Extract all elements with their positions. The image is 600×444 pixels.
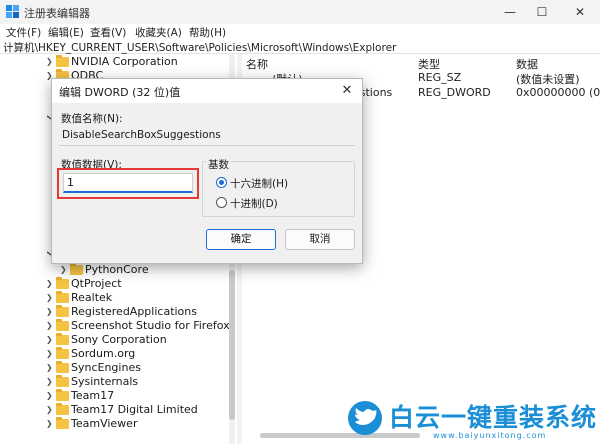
chevron-right-icon[interactable]: ❯	[46, 376, 56, 388]
folder-icon	[56, 277, 69, 289]
menu-edit[interactable]: 编辑(E)	[48, 25, 84, 40]
folder-icon	[56, 375, 69, 387]
column-header-name[interactable]: 名称	[246, 56, 268, 72]
chevron-right-icon[interactable]: ❯	[46, 418, 56, 430]
tree-item-label: Realtek	[71, 291, 113, 304]
watermark: 白云一键重装系统 www.baiyunxitong.com	[345, 398, 600, 444]
folder-icon	[70, 263, 83, 275]
minimize-icon: —	[504, 5, 516, 19]
maximize-icon: ☐	[536, 5, 548, 19]
menu-favorites[interactable]: 收藏夹(A)	[135, 25, 182, 40]
column-header-type[interactable]: 类型	[418, 56, 440, 72]
tree-item-label: Sordum.org	[71, 347, 136, 360]
folder-icon	[56, 417, 69, 429]
bird-logo-icon	[348, 401, 382, 435]
tree-item[interactable]: ❯ RegisteredApplications	[0, 305, 237, 319]
tree-item[interactable]: ❯ PythonCore	[0, 263, 237, 277]
edit-dword-dialog: 编辑 DWORD (32 位)值 ✕ 数值名称(N): DisableSearc…	[51, 78, 363, 264]
tree-item[interactable]: ❯ Sysinternals	[0, 375, 237, 389]
tree-item-label: TeamViewer	[71, 417, 138, 430]
folder-icon	[56, 347, 69, 359]
maximize-button[interactable]: ☐	[524, 0, 560, 24]
close-icon: ✕	[574, 5, 586, 19]
tree-item[interactable]: ❯ Team17	[0, 389, 237, 403]
chevron-right-icon[interactable]: ❯	[46, 362, 56, 374]
watermark-title: 白云一键重装系统	[389, 403, 598, 432]
chevron-right-icon[interactable]: ❯	[46, 320, 56, 332]
dialog-title: 编辑 DWORD (32 位)值	[59, 86, 181, 99]
watermark-url: www.baiyunxitong.com	[433, 431, 547, 440]
value-data-input[interactable]	[63, 173, 193, 193]
menu-bar: 文件(F) 编辑(E) 查看(V) 收藏夹(A) 帮助(H)	[0, 24, 600, 40]
tree-item[interactable]: ❯ NVIDIA Corporation	[0, 55, 237, 69]
base-group-label: 基数	[206, 157, 231, 172]
value-type: REG_SZ	[418, 71, 462, 84]
chevron-right-icon[interactable]: ❯	[46, 348, 56, 360]
minimize-button[interactable]: —	[492, 0, 528, 24]
chevron-right-icon[interactable]: ❯	[46, 390, 56, 402]
radio-hex[interactable]	[216, 177, 227, 188]
dialog-close-icon[interactable]: ✕	[338, 82, 356, 100]
window-title: 注册表编辑器	[24, 7, 90, 20]
folder-icon	[56, 319, 69, 331]
chevron-right-icon[interactable]: ❯	[46, 334, 56, 346]
tree-item[interactable]: ❯ TeamViewer	[0, 417, 237, 431]
value-data: (数值未设置)	[516, 73, 580, 86]
chevron-right-icon[interactable]: ❯	[46, 56, 56, 68]
tree-item-label: Sony Corporation	[71, 333, 167, 346]
menu-file[interactable]: 文件(F)	[6, 25, 41, 40]
address-path: 计算机\HKEY_CURRENT_USER\Software\Policies\…	[3, 42, 397, 54]
tree-item[interactable]: ❯ QtProject	[0, 277, 237, 291]
address-bar[interactable]: 计算机\HKEY_CURRENT_USER\Software\Policies\…	[0, 40, 600, 54]
tree-item-label: PythonCore	[85, 263, 149, 276]
radio-dec-label[interactable]: 十进制(D)	[230, 196, 278, 211]
tree-item[interactable]: ❯ Screenshot Studio for Firefox	[0, 319, 237, 333]
ok-button[interactable]: 确定	[206, 229, 276, 250]
value-name-label: 数值名称(N):	[61, 113, 123, 125]
folder-icon	[56, 55, 69, 67]
column-header-data[interactable]: 数据	[516, 56, 538, 72]
tree-item-label: SyncEngines	[71, 361, 141, 374]
cancel-button[interactable]: 取消	[285, 229, 355, 250]
folder-icon	[56, 305, 69, 317]
value-data: 0x00000000 (0)	[516, 86, 600, 99]
window-titlebar: 注册表编辑器 — ☐ ✕	[0, 0, 600, 24]
folder-icon	[56, 291, 69, 303]
folder-icon	[56, 403, 69, 415]
tree-scrollbar-thumb[interactable]	[229, 270, 235, 420]
value-type: REG_DWORD	[418, 86, 491, 99]
tree-item[interactable]: ❯ Sony Corporation	[0, 333, 237, 347]
tree-item-label: Team17 Digital Limited	[71, 403, 198, 416]
chevron-right-icon[interactable]: ❯	[46, 306, 56, 318]
tree-item-label: QtProject	[71, 277, 122, 290]
registry-editor-icon	[6, 5, 19, 18]
tree-item-label: Team17	[71, 389, 115, 402]
folder-icon	[56, 389, 69, 401]
tree-item[interactable]: ❯ Realtek	[0, 291, 237, 305]
folder-icon	[56, 361, 69, 373]
value-name-field: DisableSearchBoxSuggestions	[59, 126, 355, 146]
folder-icon	[56, 333, 69, 345]
tree-item-label: RegisteredApplications	[71, 305, 197, 318]
radio-hex-label[interactable]: 十六进制(H)	[230, 176, 288, 191]
menu-view[interactable]: 查看(V)	[90, 25, 126, 40]
tree-item-label: NVIDIA Corporation	[71, 55, 178, 68]
chevron-right-icon[interactable]: ❯	[60, 264, 70, 276]
chevron-right-icon[interactable]: ❯	[46, 404, 56, 416]
menu-help[interactable]: 帮助(H)	[189, 25, 226, 40]
tree-item-label: Screenshot Studio for Firefox	[71, 319, 230, 332]
tree-item[interactable]: ❯ Team17 Digital Limited	[0, 403, 237, 417]
tree-item-label: Sysinternals	[71, 375, 139, 388]
dialog-titlebar: 编辑 DWORD (32 位)值 ✕	[52, 79, 362, 103]
close-button[interactable]: ✕	[562, 0, 598, 24]
chevron-right-icon[interactable]: ❯	[46, 292, 56, 304]
radio-dec[interactable]	[216, 197, 227, 208]
value-data-highlight	[57, 168, 199, 199]
tree-item[interactable]: ❯ Sordum.org	[0, 347, 237, 361]
tree-item[interactable]: ❯ SyncEngines	[0, 361, 237, 375]
chevron-right-icon[interactable]: ❯	[46, 278, 56, 290]
